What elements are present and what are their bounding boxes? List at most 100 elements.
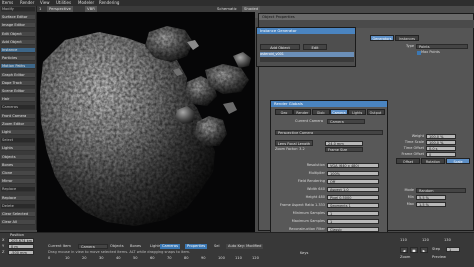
scale-fields: Min 5.5 % Max 1.5 % [390, 195, 474, 215]
timing-field[interactable]: 100.0 % [426, 134, 456, 139]
max-points-label: Max Points [421, 50, 440, 54]
scale-field[interactable]: 5.5 % [416, 195, 446, 200]
left-tool-add-object[interactable]: Add Object [1, 39, 35, 45]
bones-toggle[interactable]: Bones [130, 244, 141, 249]
status-hint: Drag mouse in view to move selected item… [48, 250, 191, 254]
cameras-toggle[interactable]: Cameras [160, 244, 180, 249]
left-tool-scene-editor[interactable]: Scene Editor [1, 89, 35, 94]
tab-instances[interactable]: Instances [395, 35, 419, 41]
left-tool-mirror[interactable]: Mirror [1, 179, 35, 185]
y-position-field[interactable]: 0 m [8, 244, 34, 249]
tab-lights[interactable]: Lights [348, 109, 367, 115]
tab-camera[interactable]: Camera [329, 109, 348, 115]
left-tool-clear-selected[interactable]: Clear Selected [1, 212, 35, 217]
rg-field-value[interactable]: 1 [327, 211, 379, 216]
perspective-viewport[interactable] [37, 12, 255, 234]
left-tool-lights[interactable]: Lights [1, 146, 35, 152]
rg-field-label: Frame Aspect Ratio 1.333 [279, 203, 325, 207]
type-dropdown[interactable]: Points [416, 44, 468, 49]
rg-field-label: Resolution [306, 163, 325, 167]
tab-geo[interactable]: Geo [275, 109, 293, 115]
rg-field-value[interactable]: Pixel 0.5000 [327, 195, 379, 200]
bottom-bar: Position X 205.674 km Y 0 m Z -500 mm Cu… [0, 232, 474, 267]
current-camera-dropdown[interactable]: Camera [327, 119, 365, 124]
camera-type-dropdown[interactable]: Perspective Camera [275, 130, 383, 135]
frame-number: 90 [201, 256, 206, 260]
scale-field[interactable]: 1.5 % [416, 202, 446, 207]
play-range-label: 110 [400, 238, 407, 242]
frame-number: 60 [150, 256, 155, 260]
left-tool-hair[interactable]: Hair [1, 97, 35, 103]
frame-number: 100 [218, 256, 225, 260]
left-tool-bones[interactable]: Bones [1, 162, 35, 168]
left-tool-select: Select [1, 138, 35, 144]
play-range-labels: 110 120 130 [400, 238, 470, 244]
auto-key-dropdown[interactable]: Auto Key: Modified [226, 244, 264, 249]
left-tool-image-editor[interactable]: Image Editor [1, 23, 35, 29]
left-tool-instance[interactable]: Instance [1, 48, 35, 53]
render-globals-title[interactable]: Render Globals [271, 101, 387, 107]
asteroid-render [40, 26, 251, 226]
z-position-field[interactable]: -500 mm [8, 250, 34, 255]
tab-offset[interactable]: Offset [396, 158, 420, 164]
timing-field[interactable]: 0.0 s [426, 146, 456, 151]
timing-field[interactable]: 100.0 % [426, 140, 456, 145]
objects-toggle[interactable]: Objects [110, 244, 124, 249]
left-tool-cameras: Cameras [1, 105, 35, 111]
play-back-button[interactable]: ◀ [400, 247, 408, 253]
timing-label: Weight [411, 134, 424, 138]
rg-field-value[interactable]: Off [327, 179, 379, 184]
frame-number: 120 [252, 256, 259, 260]
left-tool-zoom-editor[interactable]: Zoom Editor [1, 121, 35, 127]
current-camera-label: Current Camera [295, 119, 323, 123]
x-position-field[interactable]: 205.674 km [8, 238, 34, 243]
left-tool-surface-editor[interactable]: Surface Editor [1, 15, 35, 21]
rg-field-value[interactable]: VGA (640 x 480) [327, 163, 379, 168]
left-tool-replace: Replace [1, 187, 35, 193]
zoom-label[interactable]: Zoom [400, 255, 410, 260]
scale-label: Max [406, 202, 414, 206]
rg-field-value[interactable]: Aspect 1.0 [327, 187, 379, 192]
left-tool-graph-editor[interactable]: Graph Editor [1, 72, 35, 78]
tab-scale[interactable]: Scale [446, 158, 470, 164]
left-tool-clone[interactable]: Clone [1, 171, 35, 176]
left-tool-replace[interactable]: Replace [1, 195, 35, 201]
timeline-ruler[interactable]: 0 10 20 30 40 50 60 70 80 90 100 110 120 [48, 256, 259, 261]
focal-length-field[interactable]: 24.0 mm [325, 141, 363, 146]
tab-generators[interactable]: Generators [370, 35, 394, 41]
preview-label[interactable]: Preview [432, 255, 446, 260]
rg-field-value[interactable]: Segments 1 [327, 203, 379, 208]
properties-button[interactable]: Properties [185, 244, 208, 249]
left-tool-clear-all[interactable]: Clear All [1, 220, 35, 226]
instance-generator-window: Instance Generator Add Object Edit aster… [256, 27, 356, 67]
rg-field-value[interactable]: 1 [327, 219, 379, 224]
rg-field-label: Width 640 [307, 187, 325, 191]
lens-focal-length-dropdown[interactable]: Lens Focal Length [275, 140, 313, 146]
tab-rotation[interactable]: Rotation [421, 158, 445, 164]
timing-field[interactable]: 0 [426, 152, 456, 157]
frame-number: 50 [133, 256, 138, 260]
rg-field-value[interactable]: 100% [327, 171, 379, 176]
left-tool-front-camera[interactable]: Front Camera [1, 113, 35, 119]
tab-glob[interactable]: Glob [311, 109, 330, 115]
add-object-button[interactable]: Add Object [260, 44, 300, 50]
stop-button[interactable]: ■ [410, 247, 418, 253]
left-tool-light[interactable]: Light [1, 130, 35, 135]
step-label: Step [432, 247, 441, 251]
current-item-dropdown[interactable]: Camera [78, 244, 108, 249]
edit-button[interactable]: Edit [303, 44, 327, 50]
step-field[interactable]: 1 [446, 247, 460, 252]
mode-dropdown[interactable]: Random [416, 188, 466, 193]
tab-output[interactable]: Output [366, 109, 385, 115]
left-tool-edit-object[interactable]: Edit Object [1, 31, 35, 37]
left-tool-dope-track[interactable]: Dope Track [1, 80, 35, 86]
rg-field-label: Multiplier [308, 171, 325, 175]
tab-render[interactable]: Render [293, 109, 312, 115]
instance-generator-title[interactable]: Instance Generator [257, 28, 355, 34]
frame-size-dropdown[interactable]: Frame Size [325, 147, 363, 152]
play-forward-button[interactable]: ▶ [420, 247, 428, 253]
z-label: Z [2, 250, 5, 254]
left-tool-objects[interactable]: Objects [1, 154, 35, 160]
left-tool-particles[interactable]: Particles [1, 56, 35, 62]
left-tool-motion-paths[interactable]: Motion Paths [1, 64, 35, 70]
